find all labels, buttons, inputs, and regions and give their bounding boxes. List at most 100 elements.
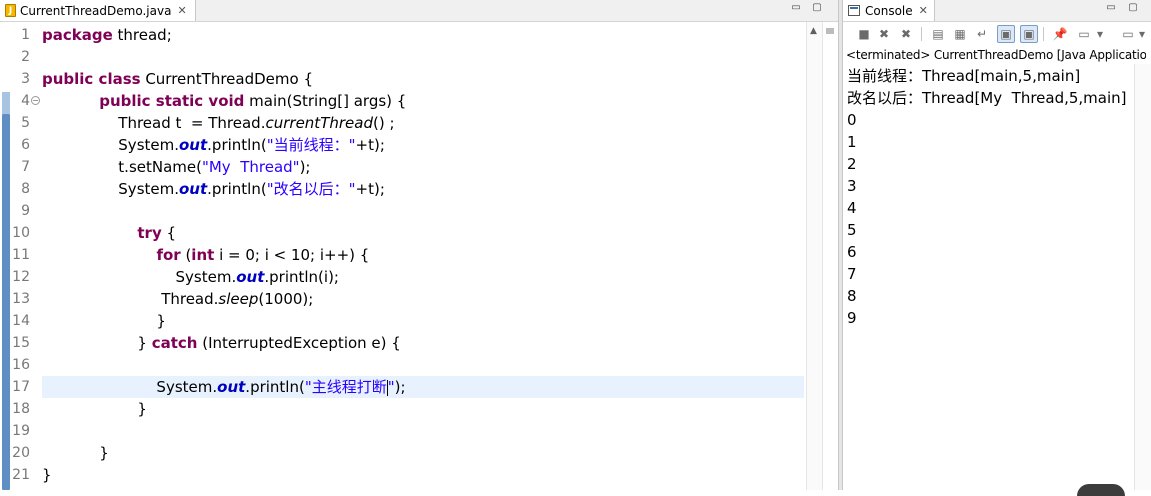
- console-output-line: 0: [847, 111, 857, 129]
- console-output-line: 7: [847, 265, 857, 283]
- close-console-tab-icon[interactable]: ✕: [919, 4, 928, 17]
- console-view: Console ✕ ▭ ▢ ■ ✖ ✖ ▤ ▦ ↵ ▣ ▣ 📌 ▭ ▾ ▭ ▾ <terminated>…: [843, 0, 1151, 496]
- minimize-icon[interactable]: ▭: [790, 3, 802, 15]
- pin-console-icon[interactable]: 📌: [1051, 25, 1069, 43]
- code-token: for: [156, 246, 181, 264]
- code-line[interactable]: t.setName("My Thread");: [42, 156, 804, 178]
- console-output-line: 改名以后：Thread[My Thread,5,main]: [847, 89, 1127, 107]
- display-console-icon[interactable]: ▭: [1075, 25, 1093, 43]
- code-line[interactable]: Thread t = Thread.currentThread() ;: [42, 112, 804, 134]
- code-token: Thread t = Thread.: [42, 114, 266, 132]
- console-output-line: 3: [847, 177, 857, 195]
- scroll-lock-icon[interactable]: ▦: [951, 25, 969, 43]
- code-line[interactable]: public class CurrentThreadDemo {: [42, 68, 804, 90]
- line-number: 9: [21, 203, 30, 219]
- clear-console-icon[interactable]: ▤: [929, 25, 947, 43]
- line-number: 8: [21, 181, 30, 197]
- display-console-dropdown-icon[interactable]: ▾: [1095, 25, 1105, 43]
- code-token: "改名以后：": [266, 180, 356, 198]
- code-token: catch: [151, 334, 198, 352]
- code-token: currentThread: [265, 114, 373, 132]
- code-token: .println(: [245, 378, 305, 396]
- console-toolbar: ■ ✖ ✖ ▤ ▦ ↵ ▣ ▣ 📌 ▭ ▾ ▭ ▾: [843, 22, 1151, 46]
- code-token: .println(i);: [264, 268, 339, 286]
- console-maximize-icon[interactable]: ▢: [1127, 3, 1139, 15]
- overview-ruler[interactable]: [822, 22, 838, 490]
- code-line[interactable]: try {: [42, 222, 804, 244]
- code-token: "当前线程：": [266, 136, 356, 154]
- code-line[interactable]: }: [42, 464, 804, 486]
- word-wrap-icon[interactable]: ↵: [973, 25, 991, 43]
- open-console-icon[interactable]: ▭: [1119, 25, 1137, 43]
- remove-launch-icon[interactable]: ✖: [875, 25, 893, 43]
- line-number: 16: [12, 357, 30, 373]
- console-minimize-icon[interactable]: ▭: [1105, 3, 1117, 15]
- terminate-icon[interactable]: ■: [855, 25, 873, 43]
- code-line[interactable]: for (int i = 0; i < 10; i++) {: [42, 244, 804, 266]
- code-line[interactable]: [42, 200, 804, 222]
- code-token: "主线程打断: [304, 378, 387, 396]
- code-token: out: [179, 136, 208, 154]
- code-token: () ;: [372, 114, 395, 132]
- code-token: int: [191, 246, 215, 264]
- console-output-line: 9: [847, 309, 857, 327]
- line-number-gutter: 1 2 3 4 5 6 7 8 9 10 11 12 13 14 15 16 17 18 19 20 21−: [12, 0, 42, 490]
- line-number: 20: [12, 445, 30, 461]
- line-number: 15: [12, 335, 30, 351]
- line-number: 18: [12, 401, 30, 417]
- console-tab[interactable]: Console ✕: [843, 0, 935, 21]
- code-token: (InterruptedException e) {: [197, 334, 401, 352]
- code-line[interactable]: }: [42, 310, 804, 332]
- code-line[interactable]: }: [42, 442, 804, 464]
- console-output-line: 1: [847, 133, 857, 151]
- code-line[interactable]: System.out.println(i);: [42, 266, 804, 288]
- code-line[interactable]: [42, 420, 804, 442]
- line-number: 4: [21, 93, 30, 109]
- code-line[interactable]: Thread.sleep(1000);: [42, 288, 804, 310]
- code-token: CurrentThreadDemo {: [140, 70, 313, 88]
- fold-toggle-icon[interactable]: −: [31, 96, 40, 105]
- code-line[interactable]: System.out.println("改名以后："+t);: [42, 178, 804, 200]
- floating-widget[interactable]: [1077, 484, 1125, 496]
- console-vertical-scrollbar[interactable]: [1134, 64, 1151, 490]
- editor-tab-title: CurrentThreadDemo.java: [20, 3, 172, 18]
- line-number: 1: [21, 27, 30, 43]
- console-icon: [848, 5, 860, 16]
- line-number: 2: [21, 49, 30, 65]
- code-token: i = 0; i < 10; i++) {: [214, 246, 370, 264]
- code-token: t.setName(: [42, 158, 202, 176]
- code-line[interactable]: package thread;: [42, 24, 804, 46]
- code-token: public class: [42, 70, 141, 88]
- code-token: "My Thread": [201, 158, 300, 176]
- code-token: }: [42, 312, 166, 330]
- code-token: System.: [42, 268, 237, 286]
- code-line[interactable]: System.out.println("主线程打断");: [42, 376, 804, 398]
- line-number: 3: [21, 71, 30, 87]
- show-on-stderr-icon[interactable]: ▣: [1020, 25, 1038, 43]
- code-line[interactable]: } catch (InterruptedException e) {: [42, 332, 804, 354]
- line-number: 19: [12, 423, 30, 439]
- code-token: .println(: [207, 136, 267, 154]
- code-line[interactable]: }: [42, 398, 804, 420]
- code-token: (: [180, 246, 192, 264]
- code-editor[interactable]: J CurrentThreadDemo.java ✕ ▭ ▢ 123456789…: [0, 0, 838, 490]
- close-tab-icon[interactable]: ✕: [177, 4, 186, 17]
- code-line[interactable]: [42, 46, 804, 68]
- maximize-icon[interactable]: ▢: [811, 3, 823, 15]
- scroll-up-arrow-icon[interactable]: ▲: [810, 26, 817, 36]
- code-token: ": [387, 378, 395, 396]
- code-token: out: [236, 268, 265, 286]
- open-console-dropdown-icon[interactable]: ▾: [1137, 25, 1147, 43]
- code-line[interactable]: [42, 354, 804, 376]
- show-on-stdout-icon[interactable]: ▣: [997, 25, 1015, 43]
- code-token: (1000);: [258, 290, 314, 308]
- overview-marker[interactable]: [826, 28, 834, 34]
- code-line[interactable]: System.out.println("当前线程："+t);: [42, 134, 804, 156]
- editor-vertical-scrollbar[interactable]: ▲: [806, 22, 823, 490]
- code-token: System.: [42, 180, 179, 198]
- remove-all-terminated-icon[interactable]: ✖: [897, 25, 915, 43]
- code-line[interactable]: public static void main(String[] args) {: [42, 90, 804, 112]
